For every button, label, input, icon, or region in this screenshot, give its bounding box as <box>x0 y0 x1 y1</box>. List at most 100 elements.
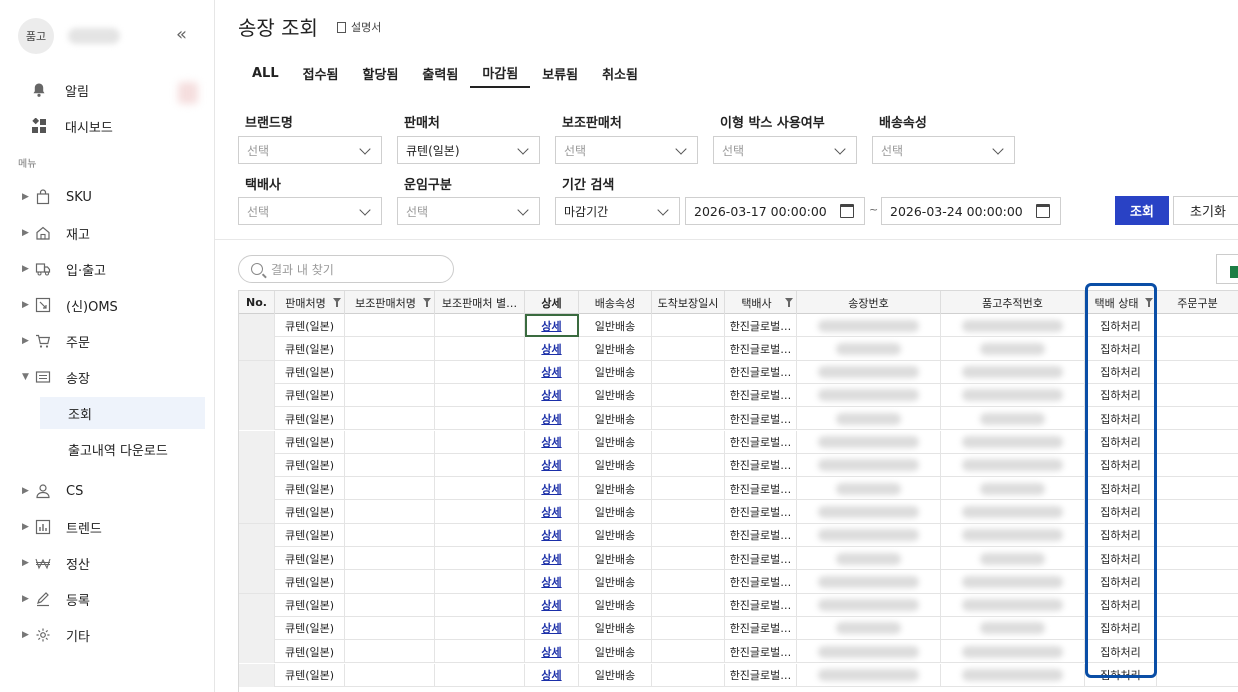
filter-icon[interactable] <box>1145 298 1153 307</box>
table-row[interactable]: 큐텐(일본) 상세 일반배송 한진글로벌… 집하처리 <box>239 593 1238 617</box>
col-sub-seller-by-cell <box>435 663 525 687</box>
col-detail-cell[interactable]: 상세 <box>525 593 579 617</box>
tab-closed[interactable]: 마감됨 <box>470 58 531 88</box>
table-row[interactable]: 큐텐(일본) 상세 일반배송 한진글로벌… 집하처리 <box>239 314 1238 338</box>
sidebar-item-orders[interactable]: ▶ 주문 <box>22 329 202 353</box>
courier-select[interactable]: 선택 <box>238 197 382 225</box>
col-delivery-attr-header[interactable]: 배송속성 <box>579 291 652 314</box>
col-detail-cell[interactable]: 상세 <box>525 453 579 477</box>
col-seller-header[interactable]: 판매처명 <box>275 291 345 314</box>
delivery-attr-select[interactable]: 선택 <box>872 136 1015 164</box>
reset-button[interactable]: 초기화 <box>1173 196 1238 225</box>
col-tracking-no-cell <box>941 360 1085 384</box>
calendar-icon[interactable] <box>1036 204 1050 218</box>
table-row[interactable]: 큐텐(일본) 상세 일반배송 한진글로벌… 집하처리 <box>239 523 1238 547</box>
col-detail-cell[interactable]: 상세 <box>525 616 579 640</box>
col-detail-cell[interactable]: 상세 <box>525 640 579 664</box>
date-from-input[interactable]: 2026-03-17 00:00:00 <box>685 197 865 225</box>
col-detail-cell[interactable]: 상세 <box>525 383 579 407</box>
col-detail-cell[interactable]: 상세 <box>525 337 579 361</box>
table-row[interactable]: 큐텐(일본) 상세 일반배송 한진글로벌… 집하처리 <box>239 477 1238 501</box>
profile[interactable]: 품고 <box>18 18 120 54</box>
sidebar-subitem-lookup[interactable]: 조회 <box>40 397 205 429</box>
redacted-value <box>962 319 1063 332</box>
table-row[interactable]: 큐텐(일본) 상세 일반배송 한진글로벌… 집하처리 <box>239 360 1238 384</box>
tab-printed[interactable]: 출력됨 <box>410 58 470 88</box>
collapse-sidebar-icon[interactable]: « <box>176 26 187 44</box>
col-courier-cell: 한진글로벌… <box>725 407 797 431</box>
table-row[interactable]: 큐텐(일본) 상세 일반배송 한진글로벌… 집하처리 <box>239 500 1238 524</box>
tab-assigned[interactable]: 할당됨 <box>351 58 411 88</box>
col-detail-cell[interactable]: 상세 <box>525 430 579 454</box>
col-no-header[interactable]: No. <box>239 291 275 314</box>
col-sub-seller-cell <box>345 523 435 547</box>
table-row[interactable]: 큐텐(일본) 상세 일반배송 한진글로벌… 집하처리 <box>239 663 1238 687</box>
manual-link[interactable]: 설명서 <box>337 19 381 35</box>
col-invoice-no-header[interactable]: 송장번호 <box>797 291 941 314</box>
table-row[interactable]: 큐텐(일본) 상세 일반배송 한진글로벌… 집하처리 <box>239 337 1238 361</box>
col-arrival-guarantee-header[interactable]: 도착보장일시 <box>652 291 725 314</box>
tab-held[interactable]: 보류됨 <box>530 58 590 88</box>
search-button[interactable]: 조회 <box>1115 196 1169 225</box>
col-arrival-guarantee-cell <box>652 616 725 640</box>
col-detail-cell[interactable]: 상세 <box>525 523 579 547</box>
sidebar-item-invoice[interactable]: ▼ 송장 <box>22 365 202 389</box>
sidebar-item-inventory[interactable]: ▶ 재고 <box>22 221 202 245</box>
table-row[interactable]: 큐텐(일본) 상세 일반배송 한진글로벌… 집하처리 <box>239 407 1238 431</box>
col-detail-cell[interactable]: 상세 <box>525 663 579 687</box>
filter-icon[interactable] <box>423 298 431 307</box>
sidebar-item-dashboard[interactable]: 대시보드 <box>30 114 200 138</box>
excel-download-icon[interactable] <box>1216 254 1238 284</box>
sidebar-item-cs[interactable]: ▶ CS <box>22 479 202 503</box>
tab-received[interactable]: 접수됨 <box>291 58 351 88</box>
table-row[interactable]: 큐텐(일본) 상세 일반배송 한진글로벌… 집하처리 <box>239 640 1238 664</box>
seller-select[interactable]: 큐텐(일본) <box>397 136 540 164</box>
result-search-input[interactable]: 결과 내 찾기 <box>238 255 454 283</box>
sidebar-item-register[interactable]: ▶ 등록 <box>22 587 202 611</box>
filter-icon[interactable] <box>333 298 341 307</box>
col-status-header[interactable]: 택배 상태 <box>1085 291 1157 314</box>
sidebar-item-settlement[interactable]: ▶ 정산 <box>22 551 202 575</box>
col-tracking-no-header[interactable]: 품고추적번호 <box>941 291 1085 314</box>
col-detail-cell[interactable]: 상세 <box>525 477 579 501</box>
table-row[interactable]: 큐텐(일본) 상세 일반배송 한진글로벌… 집하처리 <box>239 547 1238 571</box>
tab-cancelled[interactable]: 취소됨 <box>590 58 650 88</box>
table-row[interactable]: 큐텐(일본) 상세 일반배송 한진글로벌… 집하처리 <box>239 383 1238 408</box>
table-row[interactable]: 큐텐(일본) 상세 일반배송 한진글로벌… 집하처리 <box>239 570 1238 594</box>
col-courier-header[interactable]: 택배사 <box>725 291 797 314</box>
period-type-select[interactable]: 마감기간 <box>555 197 680 225</box>
calendar-icon[interactable] <box>840 204 854 218</box>
col-order-type-header[interactable]: 주문구분 <box>1157 291 1238 314</box>
col-detail-cell[interactable]: 상세 <box>525 547 579 570</box>
table-row[interactable]: 큐텐(일본) 상세 일반배송 한진글로벌… 집하처리 <box>239 453 1238 478</box>
col-detail-cell[interactable]: 상세 <box>525 314 579 337</box>
fare-type-select[interactable]: 선택 <box>397 197 540 225</box>
table-row[interactable]: 큐텐(일본) 상세 일반배송 한진글로벌… 집하처리 <box>239 430 1238 454</box>
col-detail-cell[interactable]: 상세 <box>525 570 579 594</box>
date-to-input[interactable]: 2026-03-24 00:00:00 <box>881 197 1061 225</box>
col-detail-cell[interactable]: 상세 <box>525 407 579 431</box>
redacted-value <box>836 552 901 565</box>
redacted-value <box>962 529 1063 542</box>
col-arrival-guarantee-cell <box>652 383 725 407</box>
col-sub-seller-cell <box>345 430 435 454</box>
col-sub-seller-header[interactable]: 보조판매처명 <box>345 291 435 314</box>
table-row[interactable]: 큐텐(일본) 상세 일반배송 한진글로벌… 집하처리 <box>239 616 1238 641</box>
sidebar-item-sku[interactable]: ▶ SKU <box>22 185 202 209</box>
sidebar-item-trend[interactable]: ▶ 트렌드 <box>22 515 202 539</box>
col-detail-header[interactable]: 상세 <box>525 291 579 314</box>
filter-icon[interactable] <box>785 298 793 307</box>
odd-box-select[interactable]: 선택 <box>713 136 857 164</box>
col-detail-cell[interactable]: 상세 <box>525 500 579 524</box>
col-detail-cell[interactable]: 상세 <box>525 360 579 384</box>
col-sub-seller-by-header[interactable]: 보조판매처 별… <box>435 291 525 314</box>
tab-all[interactable]: ALL <box>240 58 291 88</box>
avatar[interactable]: 품고 <box>18 18 54 54</box>
sidebar-item-alerts[interactable]: 알림 <box>30 78 200 102</box>
sub-seller-select[interactable]: 선택 <box>555 136 698 164</box>
sidebar-item-oms[interactable]: ▶ (신)OMS <box>22 293 202 317</box>
brand-select[interactable]: 선택 <box>238 136 382 164</box>
sidebar-subitem-download[interactable]: 출고내역 다운로드 <box>40 433 205 465</box>
sidebar-item-etc[interactable]: ▶ 기타 <box>22 623 202 647</box>
sidebar-item-inbound-outbound[interactable]: ▶ 입·출고 <box>22 257 202 281</box>
